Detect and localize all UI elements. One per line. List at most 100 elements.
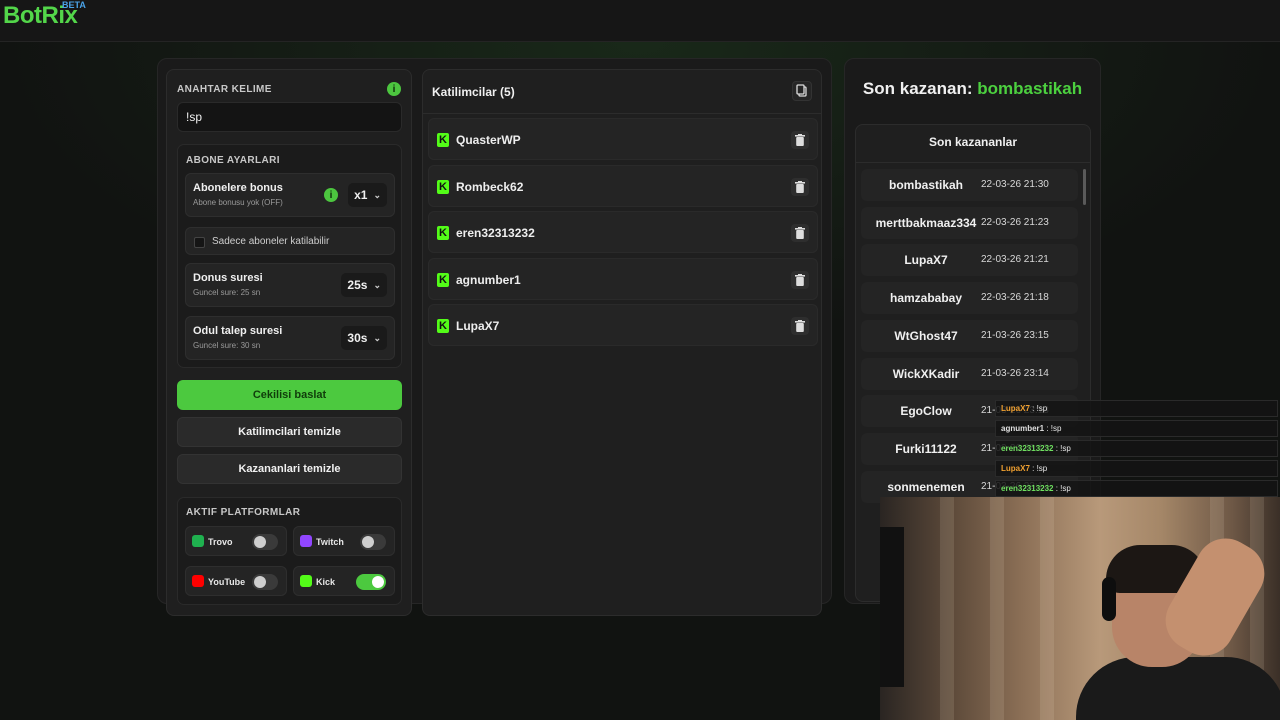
chat-text: : !sp [1029,464,1048,473]
trash-icon[interactable] [791,270,809,289]
trash-icon[interactable] [791,177,809,196]
chat-text: : !sp [1053,444,1071,453]
trash-icon[interactable] [791,131,809,149]
settings-panel: ANAHTAR KELIME i !sp ABONE AYARLARI Abon… [166,69,412,616]
chat-message: eren32313232 : !sp [995,440,1278,457]
participant-row: K Rombeck62 [428,164,818,207]
twitch-toggle[interactable] [360,534,386,550]
sub-bonus-title: Abonelere bonus [193,182,283,194]
youtube-toggle[interactable] [252,574,278,590]
chat-message: agnumber1 : !sp [995,420,1278,437]
chat-username: LupaX7 [1001,404,1030,413]
kick-toggle[interactable] [356,574,386,590]
trovo-toggle[interactable] [252,534,278,550]
participant-row: Kagnumber1 [428,257,818,300]
beta-badge: BETA [62,0,86,10]
info-icon[interactable]: i [324,188,338,202]
last-winner-name: bombastikah [977,79,1083,98]
platform-youtube: YouTube [185,566,287,596]
claim-duration-subtitle: Guncel sure: 30 sn [193,341,261,350]
scrollbar[interactable] [1083,169,1086,205]
chat-message: LupaX7 : !sp [995,460,1278,477]
winner-date: 21-03-26 23:14 [981,367,1049,379]
participant-name: Rombeck62 [456,179,524,194]
keyword-input[interactable]: !sp [177,102,402,132]
platform-trovo: Trovo [185,526,287,556]
kick-icon: K [437,272,449,287]
participant-name: eren32313232 [456,226,535,240]
subscriber-settings-title: ABONE AYARLARI [186,155,280,166]
youtube-icon [192,575,204,587]
chat-username: LupaX7 [1001,464,1030,473]
start-giveaway-button[interactable]: Cekilisi baslat [177,380,402,410]
platform-twitch: Twitch [293,526,395,556]
winner-name: hamzababay [889,291,963,306]
participants-title: Katilimcilar (5) [432,85,515,99]
twitch-icon [300,535,312,547]
winner-date: 21-03-26 23:15 [981,329,1049,341]
claim-duration-select[interactable]: 30s ⌄ [341,326,387,350]
keyword-label: ANAHTAR KELIME [177,84,272,95]
claim-duration-value: 30s [347,331,368,345]
winner-row: hamzababay 22-03-26 21:18 [861,282,1078,315]
clear-winners-button[interactable]: Kazananlari temizle [177,454,402,484]
platform-name: Trovo [208,537,233,547]
platforms-box: AKTIF PLATFORMLAR Trovo Twitch YouTube K… [177,497,402,605]
winner-name: EgoClow [900,404,952,419]
participants-panel: Katilimcilar (5) K QuasterWP K Rombeck62 Ker… [422,69,822,616]
trash-icon[interactable] [791,224,809,242]
winner-date: 22-03-26 21:21 [981,254,1049,266]
sub-bonus-subtitle: Abone bonusu yok (OFF) [193,198,283,207]
winner-date: 22-03-26 21:18 [981,292,1049,304]
platforms-title: AKTIF PLATFORMLAR [186,507,301,518]
chevron-down-icon: ⌄ [373,332,381,343]
info-icon[interactable]: i [387,82,401,96]
divider [856,162,1090,163]
spin-duration-select[interactable]: 25s ⌄ [341,273,387,297]
clear-participants-button[interactable]: Katilimcilari temizle [177,417,402,447]
spin-duration-value: 25s [347,278,368,292]
claim-duration-card: Odul talep suresi Guncel sure: 30 sn 30s… [185,316,395,360]
winner-row: WtGhost47 21-03-26 23:15 [861,319,1078,352]
chevron-down-icon: ⌄ [373,279,381,290]
spin-duration-card: Donus suresi Guncel sure: 25 sn 25s ⌄ [185,263,395,307]
last-winner-heading: Son kazanan: bombastikah [845,79,1100,99]
winner-name: LupaX7 [904,253,948,268]
chat-message: LupaX7 : !sp [995,400,1278,417]
copy-icon[interactable] [792,81,812,101]
kick-icon: K [437,179,449,194]
trovo-icon [192,535,204,547]
participant-row: Keren32313232 [428,211,818,253]
platform-kick: Kick [293,566,395,596]
winner-name: WtGhost47 [894,328,958,343]
last-winner-prefix: Son kazanan: [862,79,973,98]
participant-name: agnumber1 [456,272,521,287]
kick-icon: K [437,226,449,240]
participant-row: K QuasterWP [428,118,818,160]
sub-bonus-select[interactable]: x1 ⌄ [348,183,387,207]
winner-date: 22-03-26 21:30 [981,179,1049,190]
chat-text: : !sp [1053,484,1071,493]
winner-name: WickXKadir [892,366,960,381]
kick-icon [300,575,312,587]
chat-username: eren32313232 [1001,444,1054,453]
winner-name: sonmenemen [887,479,965,494]
winner-name: Furki11122 [895,441,957,456]
chat-username: eren32313232 [1001,484,1054,493]
kick-icon: K [437,319,449,333]
trash-icon[interactable] [791,317,809,335]
participant-row: K LupaX7 [428,304,818,346]
chat-username: agnumber1 [1001,424,1045,433]
subs-only-label: Sadece aboneler katilabilir [212,236,330,247]
subs-only-row[interactable]: Sadece aboneler katilabilir [185,227,395,255]
chat-text: : !sp [1044,424,1062,433]
winner-row: WickXKadir 21-03-26 23:14 [861,357,1078,390]
platform-name: YouTube [208,577,246,587]
top-bar: BotRix BETA [0,0,1280,42]
subs-only-checkbox[interactable] [194,237,205,248]
winner-row: merttbakmaaz334 22-03-26 21:23 [861,206,1078,239]
webcam-overlay [880,497,1280,720]
subscriber-settings: ABONE AYARLARI Abonelere bonus Abone bon… [177,144,402,368]
participant-name: LupaX7 [456,319,500,333]
winner-name: bombastikah [888,178,963,192]
